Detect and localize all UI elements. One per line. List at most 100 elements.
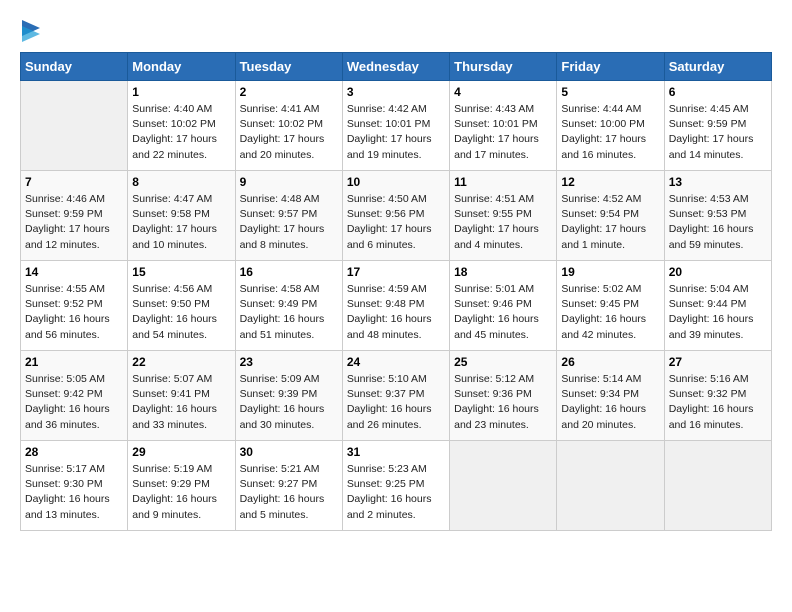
calendar-cell: 11 Sunrise: 4:51 AM Sunset: 9:55 PM Dayli… xyxy=(450,171,557,261)
day-info: Sunrise: 5:04 AM Sunset: 9:44 PM Dayligh… xyxy=(669,282,767,343)
calendar-cell: 26 Sunrise: 5:14 AM Sunset: 9:34 PM Dayli… xyxy=(557,351,664,441)
day-number: 5 xyxy=(561,85,659,99)
calendar-cell: 28Sunrise: 5:17 AM Sunset: 9:30 PM Dayli… xyxy=(21,441,128,531)
calendar-cell: 25Sunrise: 5:12 AM Sunset: 9:36 PM Dayli… xyxy=(450,351,557,441)
day-number: 29 xyxy=(132,445,230,459)
day-info: Sunrise: 4:53 AM Sunset: 9:53 PM Dayligh… xyxy=(669,192,767,253)
calendar-cell: 22Sunrise: 5:07 AM Sunset: 9:41 PM Dayli… xyxy=(128,351,235,441)
day-info: Sunrise: 5:01 AM Sunset: 9:46 PM Dayligh… xyxy=(454,282,552,343)
calendar-cell: 7 Sunrise: 4:46 AM Sunset: 9:59 PM Daylig… xyxy=(21,171,128,261)
day-header-monday: Monday xyxy=(128,53,235,81)
day-number: 27 xyxy=(669,355,767,369)
day-info: Sunrise: 4:40 AM Sunset: 10:02 PM Daylig… xyxy=(132,102,230,163)
calendar-week-row: 14 Sunrise: 4:55 AM Sunset: 9:52 PM Dayli… xyxy=(21,261,772,351)
day-number: 3 xyxy=(347,85,445,99)
day-header-sunday: Sunday xyxy=(21,53,128,81)
day-info: Sunrise: 5:14 AM Sunset: 9:34 PM Dayligh… xyxy=(561,372,659,433)
calendar-cell: 24Sunrise: 5:10 AM Sunset: 9:37 PM Dayli… xyxy=(342,351,449,441)
calendar-cell: 13 Sunrise: 4:53 AM Sunset: 9:53 PM Dayli… xyxy=(664,171,771,261)
day-info: Sunrise: 4:41 AM Sunset: 10:02 PM Daylig… xyxy=(240,102,338,163)
day-number: 2 xyxy=(240,85,338,99)
calendar-week-row: 7 Sunrise: 4:46 AM Sunset: 9:59 PM Daylig… xyxy=(21,171,772,261)
day-info: Sunrise: 4:51 AM Sunset: 9:55 PM Dayligh… xyxy=(454,192,552,253)
day-number: 9 xyxy=(240,175,338,189)
day-header-friday: Friday xyxy=(557,53,664,81)
calendar-cell: 14 Sunrise: 4:55 AM Sunset: 9:52 PM Dayli… xyxy=(21,261,128,351)
calendar-table: SundayMondayTuesdayWednesdayThursdayFrid… xyxy=(20,52,772,531)
day-info: Sunrise: 4:47 AM Sunset: 9:58 PM Dayligh… xyxy=(132,192,230,253)
day-info: Sunrise: 4:45 AM Sunset: 9:59 PM Dayligh… xyxy=(669,102,767,163)
day-number: 14 xyxy=(25,265,123,279)
day-number: 20 xyxy=(669,265,767,279)
day-number: 19 xyxy=(561,265,659,279)
calendar-header-row: SundayMondayTuesdayWednesdayThursdayFrid… xyxy=(21,53,772,81)
calendar-cell: 12 Sunrise: 4:52 AM Sunset: 9:54 PM Dayli… xyxy=(557,171,664,261)
logo xyxy=(20,20,40,42)
day-number: 4 xyxy=(454,85,552,99)
calendar-cell xyxy=(450,441,557,531)
day-info: Sunrise: 4:55 AM Sunset: 9:52 PM Dayligh… xyxy=(25,282,123,343)
calendar-cell: 18 Sunrise: 5:01 AM Sunset: 9:46 PM Dayli… xyxy=(450,261,557,351)
day-info: Sunrise: 5:12 AM Sunset: 9:36 PM Dayligh… xyxy=(454,372,552,433)
day-number: 22 xyxy=(132,355,230,369)
day-info: Sunrise: 4:52 AM Sunset: 9:54 PM Dayligh… xyxy=(561,192,659,253)
day-header-tuesday: Tuesday xyxy=(235,53,342,81)
calendar-week-row: 1 Sunrise: 4:40 AM Sunset: 10:02 PM Dayli… xyxy=(21,81,772,171)
day-info: Sunrise: 4:46 AM Sunset: 9:59 PM Dayligh… xyxy=(25,192,123,253)
calendar-cell: 6 Sunrise: 4:45 AM Sunset: 9:59 PM Daylig… xyxy=(664,81,771,171)
page-header xyxy=(20,20,772,42)
calendar-cell: 27 Sunrise: 5:16 AM Sunset: 9:32 PM Dayli… xyxy=(664,351,771,441)
calendar-cell: 2 Sunrise: 4:41 AM Sunset: 10:02 PM Dayli… xyxy=(235,81,342,171)
day-info: Sunrise: 5:02 AM Sunset: 9:45 PM Dayligh… xyxy=(561,282,659,343)
day-info: Sunrise: 5:21 AM Sunset: 9:27 PM Dayligh… xyxy=(240,462,338,523)
calendar-cell: 3 Sunrise: 4:42 AM Sunset: 10:01 PM Dayli… xyxy=(342,81,449,171)
day-number: 12 xyxy=(561,175,659,189)
day-info: Sunrise: 4:56 AM Sunset: 9:50 PM Dayligh… xyxy=(132,282,230,343)
day-info: Sunrise: 5:16 AM Sunset: 9:32 PM Dayligh… xyxy=(669,372,767,433)
day-header-wednesday: Wednesday xyxy=(342,53,449,81)
day-info: Sunrise: 4:48 AM Sunset: 9:57 PM Dayligh… xyxy=(240,192,338,253)
calendar-cell: 1 Sunrise: 4:40 AM Sunset: 10:02 PM Dayli… xyxy=(128,81,235,171)
calendar-cell: 17 Sunrise: 4:59 AM Sunset: 9:48 PM Dayli… xyxy=(342,261,449,351)
day-info: Sunrise: 4:58 AM Sunset: 9:49 PM Dayligh… xyxy=(240,282,338,343)
day-info: Sunrise: 5:09 AM Sunset: 9:39 PM Dayligh… xyxy=(240,372,338,433)
day-header-saturday: Saturday xyxy=(664,53,771,81)
day-number: 8 xyxy=(132,175,230,189)
calendar-week-row: 28Sunrise: 5:17 AM Sunset: 9:30 PM Dayli… xyxy=(21,441,772,531)
calendar-cell: 4Sunrise: 4:43 AM Sunset: 10:01 PM Dayli… xyxy=(450,81,557,171)
calendar-cell: 30Sunrise: 5:21 AM Sunset: 9:27 PM Dayli… xyxy=(235,441,342,531)
day-number: 16 xyxy=(240,265,338,279)
day-info: Sunrise: 4:42 AM Sunset: 10:01 PM Daylig… xyxy=(347,102,445,163)
calendar-week-row: 21 Sunrise: 5:05 AM Sunset: 9:42 PM Dayli… xyxy=(21,351,772,441)
calendar-cell: 21 Sunrise: 5:05 AM Sunset: 9:42 PM Dayli… xyxy=(21,351,128,441)
calendar-cell: 19 Sunrise: 5:02 AM Sunset: 9:45 PM Dayli… xyxy=(557,261,664,351)
calendar-cell: 16 Sunrise: 4:58 AM Sunset: 9:49 PM Dayli… xyxy=(235,261,342,351)
calendar-cell xyxy=(557,441,664,531)
day-info: Sunrise: 5:05 AM Sunset: 9:42 PM Dayligh… xyxy=(25,372,123,433)
day-number: 15 xyxy=(132,265,230,279)
day-number: 31 xyxy=(347,445,445,459)
day-info: Sunrise: 4:50 AM Sunset: 9:56 PM Dayligh… xyxy=(347,192,445,253)
day-number: 11 xyxy=(454,175,552,189)
day-number: 10 xyxy=(347,175,445,189)
day-number: 18 xyxy=(454,265,552,279)
day-number: 7 xyxy=(25,175,123,189)
calendar-cell: 8 Sunrise: 4:47 AM Sunset: 9:58 PM Daylig… xyxy=(128,171,235,261)
day-number: 23 xyxy=(240,355,338,369)
day-info: Sunrise: 4:59 AM Sunset: 9:48 PM Dayligh… xyxy=(347,282,445,343)
day-info: Sunrise: 4:44 AM Sunset: 10:00 PM Daylig… xyxy=(561,102,659,163)
day-number: 17 xyxy=(347,265,445,279)
day-number: 13 xyxy=(669,175,767,189)
day-header-thursday: Thursday xyxy=(450,53,557,81)
calendar-cell: 31 Sunrise: 5:23 AM Sunset: 9:25 PM Dayli… xyxy=(342,441,449,531)
day-number: 1 xyxy=(132,85,230,99)
day-number: 26 xyxy=(561,355,659,369)
calendar-cell: 29Sunrise: 5:19 AM Sunset: 9:29 PM Dayli… xyxy=(128,441,235,531)
logo-icon xyxy=(22,20,40,42)
day-number: 28 xyxy=(25,445,123,459)
day-number: 6 xyxy=(669,85,767,99)
day-info: Sunrise: 5:23 AM Sunset: 9:25 PM Dayligh… xyxy=(347,462,445,523)
calendar-cell xyxy=(21,81,128,171)
calendar-cell: 20 Sunrise: 5:04 AM Sunset: 9:44 PM Dayli… xyxy=(664,261,771,351)
day-number: 21 xyxy=(25,355,123,369)
